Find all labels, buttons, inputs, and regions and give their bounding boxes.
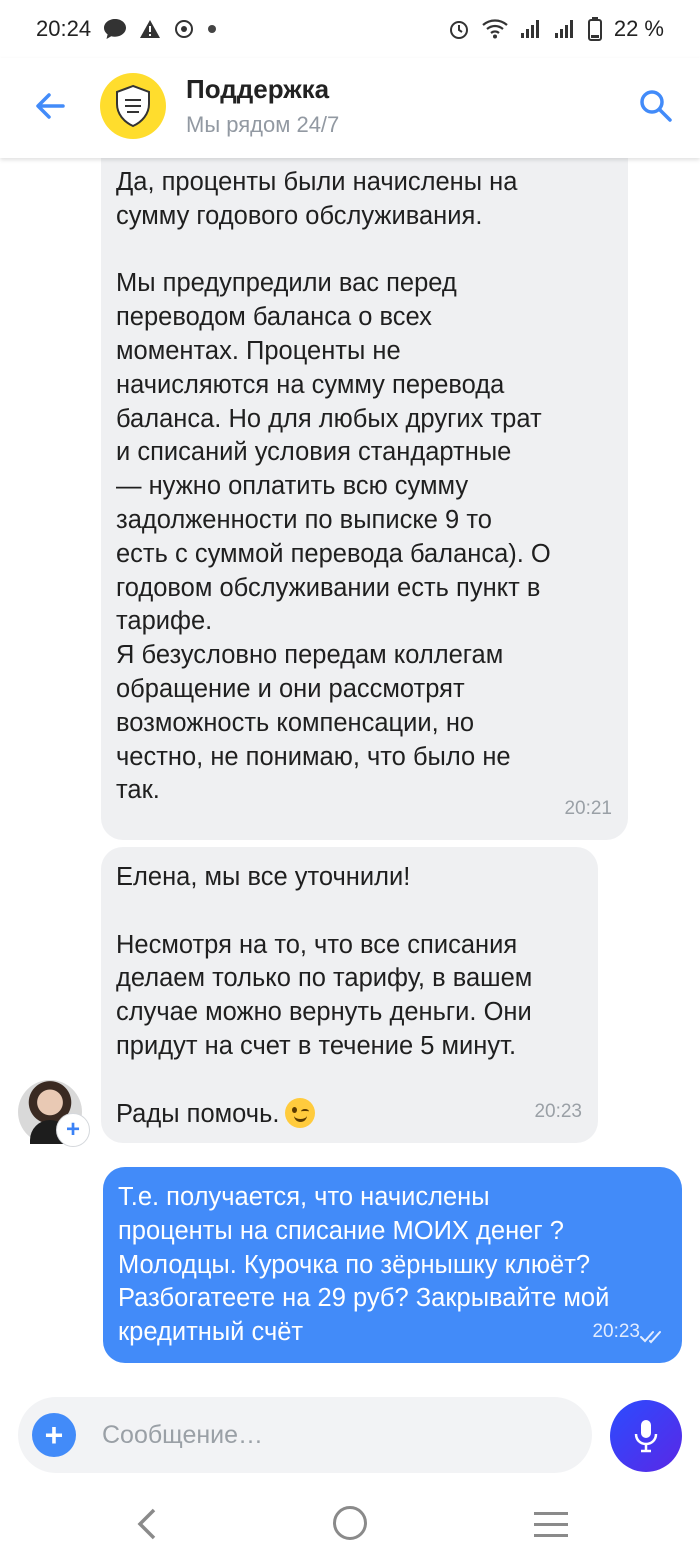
wifi-icon xyxy=(482,19,508,39)
message-bubble-support[interactable]: Да, проценты были начислены на сумму год… xyxy=(101,158,628,840)
app-icon xyxy=(173,18,195,40)
chat-subtitle: Мы рядом 24/7 xyxy=(186,112,340,137)
status-right: 22 % xyxy=(448,16,664,42)
signal-icon xyxy=(520,19,542,39)
arrow-left-icon xyxy=(36,93,65,119)
plus-icon[interactable]: + xyxy=(56,1113,90,1147)
message-bubble-support[interactable]: Елена, мы все уточнили! Несмотря на то, … xyxy=(101,847,598,1143)
chat-title: Поддержка xyxy=(186,74,330,104)
bank-logo-avatar[interactable] xyxy=(100,73,166,139)
search-button[interactable] xyxy=(638,88,674,124)
message-list[interactable]: Да, проценты были начислены на сумму год… xyxy=(0,158,700,1378)
microphone-icon xyxy=(634,1420,658,1453)
message-composer: + xyxy=(18,1397,592,1473)
double-check-icon xyxy=(640,1331,661,1344)
back-button[interactable] xyxy=(30,86,70,126)
status-time: 20:24 xyxy=(36,16,92,41)
battery-icon xyxy=(587,17,602,41)
status-left: 20:24 xyxy=(36,16,217,42)
search-icon xyxy=(640,90,672,122)
status-bar: 20:24 22 % xyxy=(0,0,700,58)
message-time: 20:21 xyxy=(564,798,612,820)
message-text-content: Елена, мы все уточнили! Несмотря на то, … xyxy=(116,863,533,1128)
chat-header: Поддержка Мы рядом 24/7 xyxy=(0,58,700,158)
alarm-icon xyxy=(448,18,470,40)
microphone-button[interactable] xyxy=(610,1400,682,1472)
message-text: Да, проценты были начислены на сумму год… xyxy=(116,168,551,805)
dot-icon xyxy=(207,24,217,34)
shield-logo-icon xyxy=(116,84,150,128)
message-text: Елена, мы все уточнили! Несмотря на то, … xyxy=(116,861,586,1131)
message-icon xyxy=(103,18,127,40)
wink-emoji xyxy=(285,1097,316,1128)
message-bubble-user[interactable]: Т.е. получается, что начислены проценты … xyxy=(103,1167,682,1363)
message-time: 20:23 xyxy=(592,1321,640,1343)
menu-icon[interactable] xyxy=(534,1512,568,1538)
home-icon[interactable] xyxy=(333,1506,367,1540)
message-input[interactable] xyxy=(102,1415,572,1455)
system-navigation-bar xyxy=(0,1490,700,1561)
back-icon[interactable] xyxy=(132,1506,162,1542)
message-time: 20:23 xyxy=(534,1101,582,1123)
signal-icon xyxy=(554,19,576,39)
attach-button[interactable]: + xyxy=(32,1413,76,1457)
battery-level: 22 % xyxy=(613,16,664,41)
warning-icon xyxy=(139,19,161,39)
